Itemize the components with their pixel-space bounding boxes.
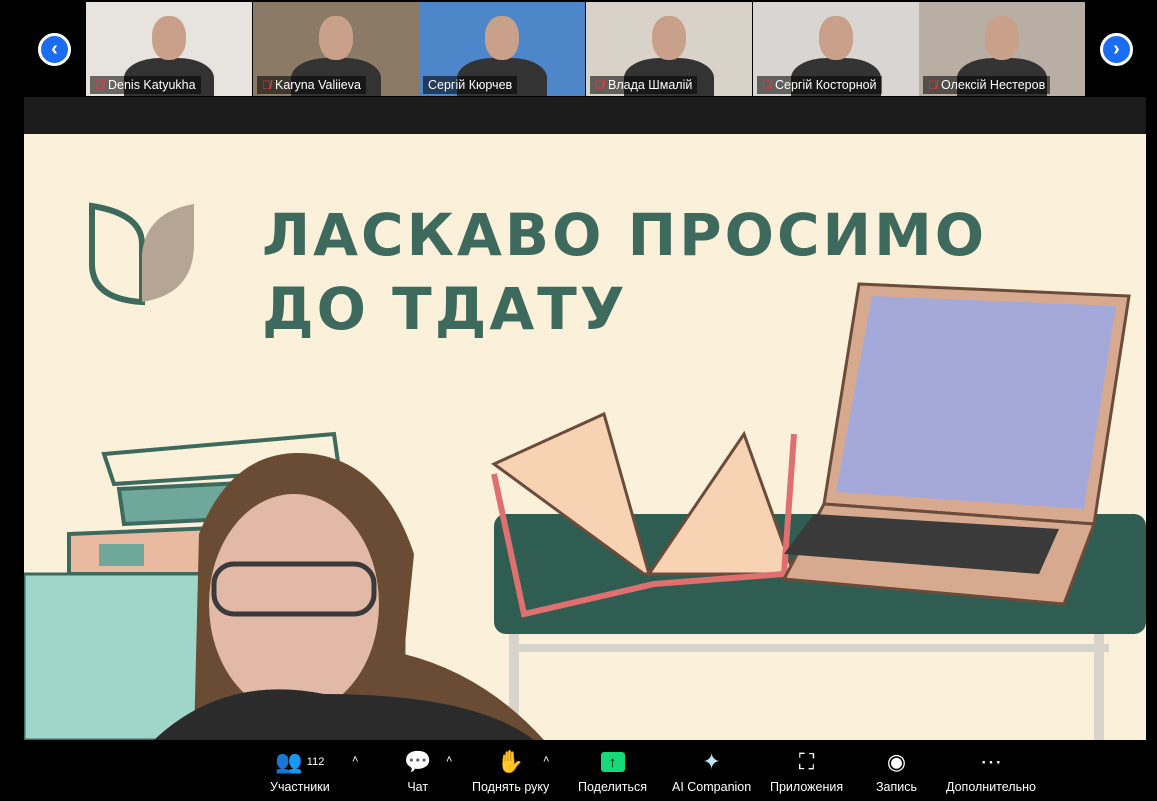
participant-head [319,16,353,60]
apps-button[interactable]: ⛶ Приложения [770,748,843,794]
previous-page-button[interactable]: ‹ [38,33,71,66]
share-arrow-icon: ↑ [600,752,625,772]
muted-mic-icon: 🎙̸ [928,78,937,92]
more-label: Дополнительно [946,780,1036,794]
participant-name-tag: Сергій Кюрчев [423,76,518,94]
participant-strip: ‹ 🎙̸ Denis Katyukha 🎙̸ Karyna Valiieva Сер… [0,0,1157,97]
leaf-logo-icon [89,202,194,306]
hand-icon: ✋ [496,749,525,774]
sparkle-icon: ✦ [702,749,721,774]
participant-name: Сергій Кюрчев [428,78,513,92]
muted-mic-icon: 🎙̸ [762,78,771,92]
participant-tile[interactable]: Сергій Кюрчев [419,2,585,96]
participant-count: 112 [306,756,325,768]
title-line-2: ДО ТДАТУ [262,275,628,343]
record-button[interactable]: ◉ Запись [876,748,917,794]
shared-slide: ЛАСКАВО ПРОСИМО ДО ТДАТУ [24,134,1146,740]
participant-name-tag: 🎙̸ Denis Katyukha [90,76,201,94]
more-dots-icon: ⋯ [979,749,1002,774]
participant-tile[interactable]: 🎙̸ Олексій Нестеров [919,2,1085,96]
muted-mic-icon: 🎙̸ [595,78,604,92]
muted-mic-icon: 🎙̸ [262,78,271,92]
participant-name: Сергій Косторной [775,78,877,92]
participants-options-caret[interactable]: ˄ [352,754,358,766]
chat-icon: 💬 [404,749,432,774]
participant-head [152,16,186,60]
participant-tile[interactable]: 🎙̸ Karyna Valiieva [253,2,419,96]
chevron-left-icon: ‹ [51,38,58,60]
participant-name: Karyna Valiieva [275,78,361,92]
participant-name-tag: 🎙̸ Олексій Нестеров [923,76,1051,94]
next-page-button[interactable]: › [1100,33,1133,66]
apps-icon: ⛶ [798,749,815,774]
apps-label: Приложения [770,780,844,794]
chat-button[interactable]: 💬 Чат [404,748,431,794]
participant-tile[interactable]: 🎙̸ Denis Katyukha [86,2,252,96]
participant-name: Denis Katyukha [108,78,196,92]
participant-name-tag: 🎙̸ Karyna Valiieva [257,76,366,94]
share-button[interactable]: ↑ Поделиться [578,748,647,794]
participants-button[interactable]: 👥 112 Участники [270,748,330,794]
participants-label: Участники [270,780,330,794]
participant-name: Влада Шмалій [608,78,693,92]
more-button[interactable]: ⋯ Дополнительно [946,748,1036,794]
participant-name-tag: 🎙̸ Влада Шмалій [590,76,698,94]
participant-tile[interactable]: 🎙̸ Влада Шмалій [586,2,752,96]
slide-title: ЛАСКАВО ПРОСИМО ДО ТДАТУ [262,198,987,346]
record-label: Запись [876,780,918,794]
chat-label: Чат [407,780,429,794]
chat-options-caret[interactable]: ˄ [446,754,452,766]
record-icon: ◉ [886,749,907,774]
participant-head [985,16,1019,60]
participant-head [652,16,686,60]
participant-tile[interactable]: 🎙̸ Сергій Косторной [753,2,919,96]
raise-hand-button[interactable]: ✋ Поднять руку [472,748,549,794]
raise-hand-options-caret[interactable]: ˄ [543,754,549,766]
muted-mic-icon: 🎙̸ [95,78,104,92]
ai-companion-button[interactable]: ✦ AI Companion [672,748,751,794]
participant-head [485,16,519,60]
chevron-right-icon: › [1113,38,1120,60]
participants-icon: 👥 [275,749,303,774]
participant-name: Олексій Нестеров [941,78,1046,92]
title-line-1: ЛАСКАВО ПРОСИМО [262,201,988,269]
ai-companion-label: AI Companion [672,780,752,794]
share-header-bar [24,97,1146,134]
meeting-toolbar: 👥 112 Участники ˄ 💬 Чат ˄ ✋ Поднять руку … [0,740,1157,801]
participant-name-tag: 🎙̸ Сергій Косторной [757,76,882,94]
participant-head [819,16,853,60]
share-label: Поделиться [578,780,648,794]
raise-hand-label: Поднять руку [472,780,550,794]
